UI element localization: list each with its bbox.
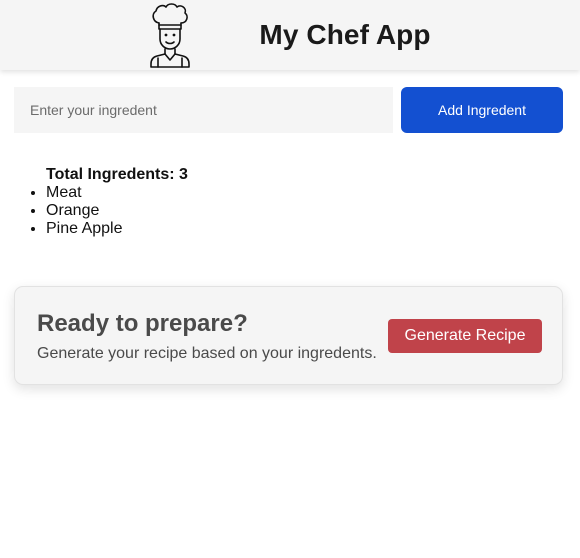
ingredient-count: Total Ingredents: 3 — [46, 166, 188, 183]
recipe-card: Ready to prepare? Generate your recipe b… — [14, 286, 563, 385]
ingredient-item: Pine Apple — [46, 220, 188, 238]
ingredient-input[interactable] — [14, 87, 393, 133]
ingredient-form: Add Ingredent — [14, 87, 563, 133]
card-title: Ready to prepare? — [37, 310, 248, 337]
generate-recipe-button[interactable]: Generate Recipe — [388, 319, 542, 353]
ingredient-item: Orange — [46, 202, 188, 220]
app-title: My Chef App — [259, 19, 431, 50]
add-ingredient-button[interactable]: Add Ingredent — [401, 87, 563, 133]
chef-icon — [150, 3, 191, 68]
page: My Chef App Add Ingredent Total Ingreden… — [0, 0, 580, 558]
ingredients-section: Total Ingredents: 3 Meat Orange Pine App… — [46, 166, 188, 238]
card-description: Generate your recipe based on your ingre… — [37, 345, 377, 362]
app-header: My Chef App — [0, 0, 580, 70]
ingredient-item: Meat — [46, 184, 188, 202]
ingredient-list: Meat Orange Pine Apple — [46, 184, 188, 238]
